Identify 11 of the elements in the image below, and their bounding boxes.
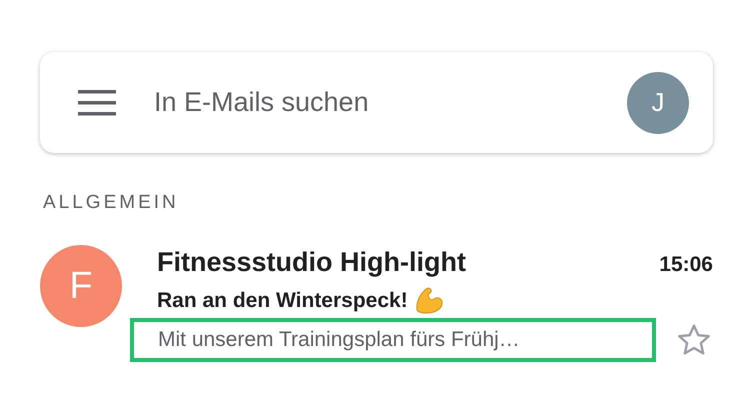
- email-subject: Ran an den Winterspeck!: [157, 288, 408, 314]
- email-preview: Mit unserem Trainingsplan fürs Frühj…: [158, 328, 520, 351]
- sender-name: Fitnessstudio High-light: [157, 246, 466, 279]
- menu-icon[interactable]: [78, 90, 116, 116]
- email-time: 15:06: [659, 252, 713, 278]
- sender-avatar: F: [40, 245, 122, 327]
- account-avatar[interactable]: J: [627, 72, 689, 134]
- flexed-arm-icon: [414, 286, 444, 314]
- section-label: ALLGEMEIN: [43, 193, 180, 212]
- search-bar[interactable]: In E-Mails suchen J: [40, 52, 713, 153]
- search-field[interactable]: In E-Mails suchen: [154, 82, 627, 123]
